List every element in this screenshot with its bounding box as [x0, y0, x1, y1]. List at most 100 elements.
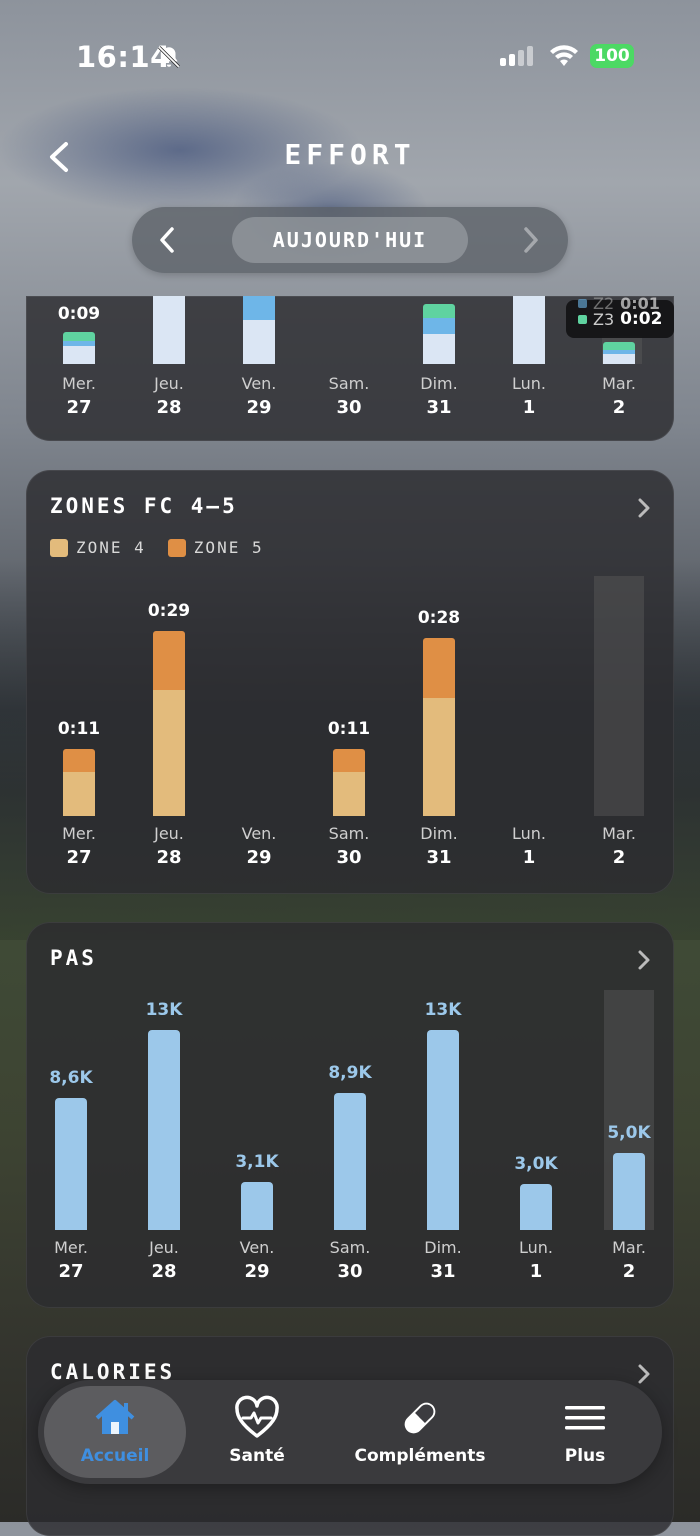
day-name: Dim.: [420, 824, 458, 843]
day-date: 28: [156, 397, 182, 418]
day-label: Mer. 27: [31, 1238, 111, 1282]
day-date: 27: [66, 397, 92, 418]
day-label: Sam. 30: [309, 374, 389, 418]
day-label: Jeu. 28: [129, 374, 209, 418]
day-date: 2: [612, 847, 626, 868]
bar-value-label: 13K: [145, 1000, 183, 1020]
legend-zone-4: ZONE 4: [50, 538, 146, 557]
bar-value-label: 0:28: [417, 608, 461, 629]
hr-zone-bar: [63, 749, 95, 816]
zone-bar-lun: [513, 296, 545, 364]
tab-bar: Accueil Santé Compléments Plus: [38, 1380, 662, 1484]
chevron-right-icon[interactable]: [636, 948, 652, 972]
bar-value-label: 8,9K: [328, 1063, 372, 1084]
zone-bar-dim: [423, 304, 455, 364]
steps-card[interactable]: PAS 8,6K Mer. 27 13K Jeu. 28 3,1K Ven. 29 8,9K Sam…: [26, 922, 674, 1308]
bar-value-label: 8,6K: [49, 1067, 93, 1088]
day-label: Ven. 29: [219, 824, 299, 868]
day-name: Mer.: [62, 374, 96, 393]
day-date: 29: [246, 847, 272, 868]
day-date: 1: [522, 397, 536, 418]
day-label: Ven. 29: [219, 374, 299, 418]
day-date: 2: [612, 397, 626, 418]
next-period-button[interactable]: [520, 225, 542, 255]
day-name: Sam.: [329, 1238, 371, 1257]
day-date: 27: [66, 847, 92, 868]
day-name: Dim.: [420, 374, 458, 393]
page-title: EFFORT: [284, 138, 416, 171]
zone5-segment: [153, 631, 185, 691]
card-title: ZONES FC 4–5: [50, 494, 238, 518]
day-name: Jeu.: [154, 374, 184, 393]
tab-accueil[interactable]: Accueil: [44, 1386, 186, 1478]
chevron-right-icon[interactable]: [636, 496, 652, 520]
zone4-segment: [423, 697, 455, 816]
day-label: Jeu. 28: [124, 1238, 204, 1282]
day-label: Dim. 31: [403, 1238, 483, 1282]
legend-zone-5: ZONE 5: [167, 538, 264, 557]
day-label: Mer. 27: [39, 374, 119, 418]
period-selector: AUJOURD'HUI: [132, 207, 568, 273]
zone4-segment: [63, 771, 95, 816]
day-name: Ven.: [241, 374, 277, 393]
bar-value-label: 0:29: [147, 601, 191, 621]
day-name: Mar.: [602, 824, 636, 843]
hr-zone-bar: [153, 631, 185, 816]
day-name: Jeu.: [154, 824, 184, 843]
day-name: Lun.: [512, 374, 546, 393]
bar-value-label: 13K: [424, 1000, 462, 1020]
tab-complements[interactable]: Compléments: [348, 1380, 492, 1484]
steps-bar: [613, 1153, 645, 1230]
menu-icon: [565, 1406, 605, 1430]
zone-bar-mer: [63, 332, 95, 364]
day-name: Sam.: [328, 824, 370, 843]
day-date: 27: [58, 1261, 84, 1282]
day-label: Lun. 1: [496, 1238, 576, 1282]
day-name: Ven.: [241, 824, 277, 843]
day-date: 31: [426, 397, 452, 418]
chevron-right-icon[interactable]: [636, 1362, 652, 1386]
bar-value-label: 0:11: [327, 719, 371, 740]
zone-tooltip: Z2 0:01 Z3 0:02: [566, 294, 674, 338]
day-date: 1: [529, 1261, 543, 1282]
day-date: 30: [337, 1261, 363, 1282]
day-label: Dim. 31: [399, 824, 479, 868]
day-name: Lun.: [519, 1238, 553, 1257]
tab-label: Plus: [564, 1446, 606, 1466]
zone5-segment: [333, 749, 365, 772]
day-label: Sam. 30: [310, 1238, 390, 1282]
tab-label: Santé: [229, 1446, 285, 1466]
day-label: Mar. 2: [579, 824, 659, 868]
day-name: Jeu.: [149, 1238, 179, 1257]
day-label: Sam. 30: [309, 824, 389, 868]
zone5-segment: [423, 638, 455, 698]
wifi-icon: [550, 45, 578, 66]
zone-bar-ven: [243, 296, 275, 364]
day-label: Lun. 1: [489, 374, 569, 418]
tab-plus[interactable]: Plus: [538, 1380, 632, 1484]
day-name: Mer.: [54, 1238, 88, 1257]
day-name: Dim.: [424, 1238, 462, 1257]
previous-period-button[interactable]: [156, 225, 178, 255]
day-date: 29: [244, 1261, 270, 1282]
day-name: Mar.: [602, 374, 636, 393]
steps-bar: [241, 1182, 273, 1230]
tab-sante[interactable]: Santé: [198, 1380, 316, 1484]
hr-zone-bar: [333, 749, 365, 816]
day-label: Mar. 2: [589, 1238, 669, 1282]
day-date: 29: [246, 397, 272, 418]
tab-label: Compléments: [354, 1446, 486, 1466]
battery-indicator: 100: [590, 44, 634, 68]
steps-bar: [55, 1097, 87, 1230]
day-date: 1: [522, 847, 536, 868]
hr-zone-bar: [423, 638, 455, 816]
hr-zones-card[interactable]: ZONES FC 4–5 ZONE 4 ZONE 5 0:11 Mer. 27 0:2…: [26, 470, 674, 894]
status-bar: 16:14 100: [0, 0, 700, 110]
current-period-button[interactable]: AUJOURD'HUI: [232, 217, 468, 263]
day-date: 31: [426, 847, 452, 868]
day-label: Lun. 1: [489, 824, 569, 868]
heart-pulse-icon: [235, 1395, 279, 1438]
steps-bar: [334, 1093, 366, 1230]
cell-signal-icon: [500, 46, 533, 66]
day-name: Mar.: [612, 1238, 646, 1257]
